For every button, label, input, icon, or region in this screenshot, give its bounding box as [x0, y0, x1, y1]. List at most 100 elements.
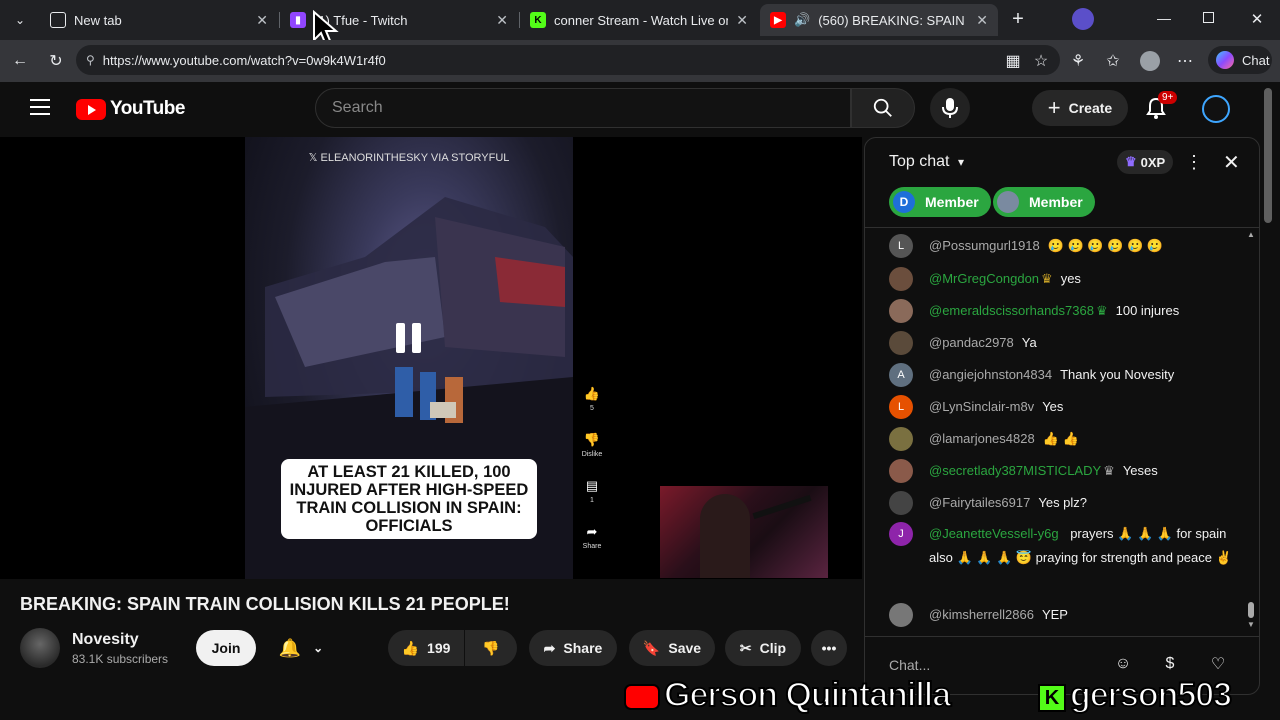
share-label: Share [563, 640, 603, 656]
xp-badge[interactable]: ♛ 0XP [1117, 150, 1174, 174]
user-avatar[interactable] [889, 299, 913, 323]
apps-icon[interactable]: ▦ [1001, 49, 1025, 73]
dislike-action[interactable]: 👎 Dislike [578, 432, 606, 458]
hamburger-menu-icon[interactable] [30, 99, 50, 115]
search-input[interactable]: Search [315, 88, 851, 128]
message-text: Ya [1021, 335, 1037, 350]
like-button[interactable]: 👍 199 [388, 630, 464, 666]
new-tab-button[interactable]: + [1006, 8, 1030, 32]
chat-message: J @JeanetteVessell-y6g prayers 🙏 🙏 🙏 for… [889, 522, 1237, 570]
xp-value: 0XP [1140, 154, 1166, 170]
emoji-icon[interactable]: ☺ [1111, 652, 1135, 676]
comment-icon: ▤ [585, 478, 599, 493]
voice-search-button[interactable] [930, 88, 970, 128]
tab-kick[interactable]: K conner Stream - Watch Live on Kick ✕ [520, 4, 758, 36]
member-avatar [997, 191, 1019, 213]
author-name[interactable]: @secretlady387MISTICLADY [929, 459, 1101, 483]
author-name[interactable]: @MrGregCongdon [929, 267, 1039, 291]
notifications-button[interactable]: 9+ [1144, 91, 1178, 122]
more-menu-icon[interactable]: ⋯ [1173, 49, 1197, 73]
page-scrollbar[interactable] [1264, 88, 1272, 223]
chat-more-icon[interactable]: ⋮ [1185, 152, 1203, 173]
member-chip[interactable]: Member [993, 187, 1095, 217]
restore-icon[interactable] [1203, 12, 1214, 23]
video-title: BREAKING: SPAIN TRAIN COLLISION KILLS 21… [20, 594, 510, 614]
close-tab-icon[interactable]: ✕ [976, 12, 988, 29]
chat-message: L @LynSinclair-m8v Yes [889, 395, 1237, 419]
author-name[interactable]: @emeraldscissorhands7368 [929, 299, 1094, 323]
more-actions-button[interactable]: ••• [811, 630, 847, 666]
subscribe-bell-button[interactable]: 🔔 ⌄ [266, 630, 336, 666]
save-button[interactable]: 🔖 Save [629, 630, 715, 666]
tab-youtube[interactable]: ▶ 🔊 (560) BREAKING: SPAIN TRAIN ✕ [760, 4, 998, 36]
join-button[interactable]: Join [196, 630, 256, 666]
member-chip[interactable]: D Member [889, 187, 991, 217]
chat-scrollbar[interactable]: ▲ ▼ [1247, 230, 1255, 630]
join-label: Join [211, 640, 241, 656]
new-tab-icon [50, 12, 66, 28]
share-label: Share [582, 543, 602, 550]
user-avatar[interactable]: A [889, 363, 913, 387]
user-avatar[interactable] [889, 331, 913, 355]
tab-new-tab[interactable]: New tab ✕ [40, 4, 278, 36]
user-avatar[interactable] [889, 491, 913, 515]
favorite-star-icon[interactable]: ☆ [1029, 49, 1053, 73]
tab-list-button[interactable]: ⌄ [8, 8, 32, 32]
user-avatar[interactable]: L [889, 395, 913, 419]
user-avatar[interactable]: L [889, 234, 913, 258]
youtube-logo[interactable]: YouTube [76, 98, 185, 120]
user-avatar[interactable] [889, 267, 913, 291]
extensions-icon[interactable]: ⚘ [1066, 49, 1090, 73]
minimize-icon[interactable]: — [1156, 10, 1172, 26]
channel-name[interactable]: Novesity [72, 631, 139, 649]
like-count: 199 [427, 640, 451, 656]
window-close-icon[interactable]: ✕ [1249, 10, 1265, 28]
super-chat-icon[interactable]: $ [1158, 652, 1182, 676]
address-bar[interactable]: ⚲ https://www.youtube.com/watch?v=0w9k4W… [76, 45, 1060, 75]
search-button[interactable] [851, 88, 915, 128]
dislike-button[interactable]: 👎 [465, 630, 517, 666]
reload-icon[interactable]: ↻ [44, 49, 68, 73]
user-avatar[interactable]: J [889, 522, 913, 546]
share-action[interactable]: ➦ Share [578, 524, 606, 550]
user-avatar[interactable] [889, 427, 913, 451]
author-name[interactable]: @Possumgurl1918 [929, 234, 1040, 258]
audio-playing-icon[interactable]: 🔊 [794, 12, 810, 28]
save-label: Save [668, 640, 702, 656]
create-button[interactable]: + Create [1032, 90, 1128, 126]
close-tab-icon[interactable]: ✕ [256, 12, 268, 29]
author-name[interactable]: @lamarjones4828 [929, 427, 1035, 451]
author-name[interactable]: @pandac2978 [929, 331, 1014, 355]
video-player[interactable]: 𝕏 ELEANORINTHESKY VIA STORYFUL AT LEAST … [0, 137, 862, 579]
author-name[interactable]: @LynSinclair-m8v [929, 395, 1034, 419]
site-info-icon[interactable]: ⚲ [86, 53, 95, 67]
close-chat-icon[interactable]: ✕ [1223, 150, 1240, 175]
like-action[interactable]: 👍 5 [578, 386, 606, 412]
author-name[interactable]: @Fairytailes6917 [929, 491, 1030, 515]
user-avatar[interactable] [889, 603, 913, 627]
subscriber-count: 83.1K subscribers [72, 652, 169, 666]
author-name[interactable]: @JeanetteVessell-y6g [929, 526, 1059, 541]
copilot-chat-button[interactable]: Chat [1208, 46, 1272, 74]
back-icon[interactable]: ← [8, 49, 32, 73]
close-tab-icon[interactable]: ✕ [736, 12, 748, 29]
comment-action[interactable]: ▤ 1 [578, 478, 606, 504]
share-button[interactable]: ➦ Share [529, 630, 617, 666]
clip-button[interactable]: ✂ Clip [725, 630, 801, 666]
tab-title: (560) BREAKING: SPAIN TRAIN [818, 12, 968, 28]
channel-avatar[interactable] [20, 628, 60, 668]
user-avatar[interactable] [889, 459, 913, 483]
chat-message: A @angiejohnston4834 Thank you Novesity [889, 363, 1237, 387]
profile-icon[interactable] [1138, 49, 1162, 73]
favorites-icon[interactable]: ✩ [1101, 49, 1125, 73]
author-name[interactable]: @kimsherrell2866 [929, 603, 1034, 627]
close-tab-icon[interactable]: ✕ [496, 12, 508, 29]
chat-divider [865, 636, 1259, 637]
account-avatar[interactable] [1202, 95, 1230, 123]
chat-mode-dropdown[interactable]: Top chat ▾ [889, 153, 964, 171]
heart-icon[interactable]: ♡ [1206, 652, 1230, 676]
clip-label: Clip [759, 640, 787, 656]
copilot-icon[interactable] [1072, 8, 1094, 30]
pause-icon[interactable] [396, 323, 422, 353]
author-name[interactable]: @angiejohnston4834 [929, 363, 1052, 387]
